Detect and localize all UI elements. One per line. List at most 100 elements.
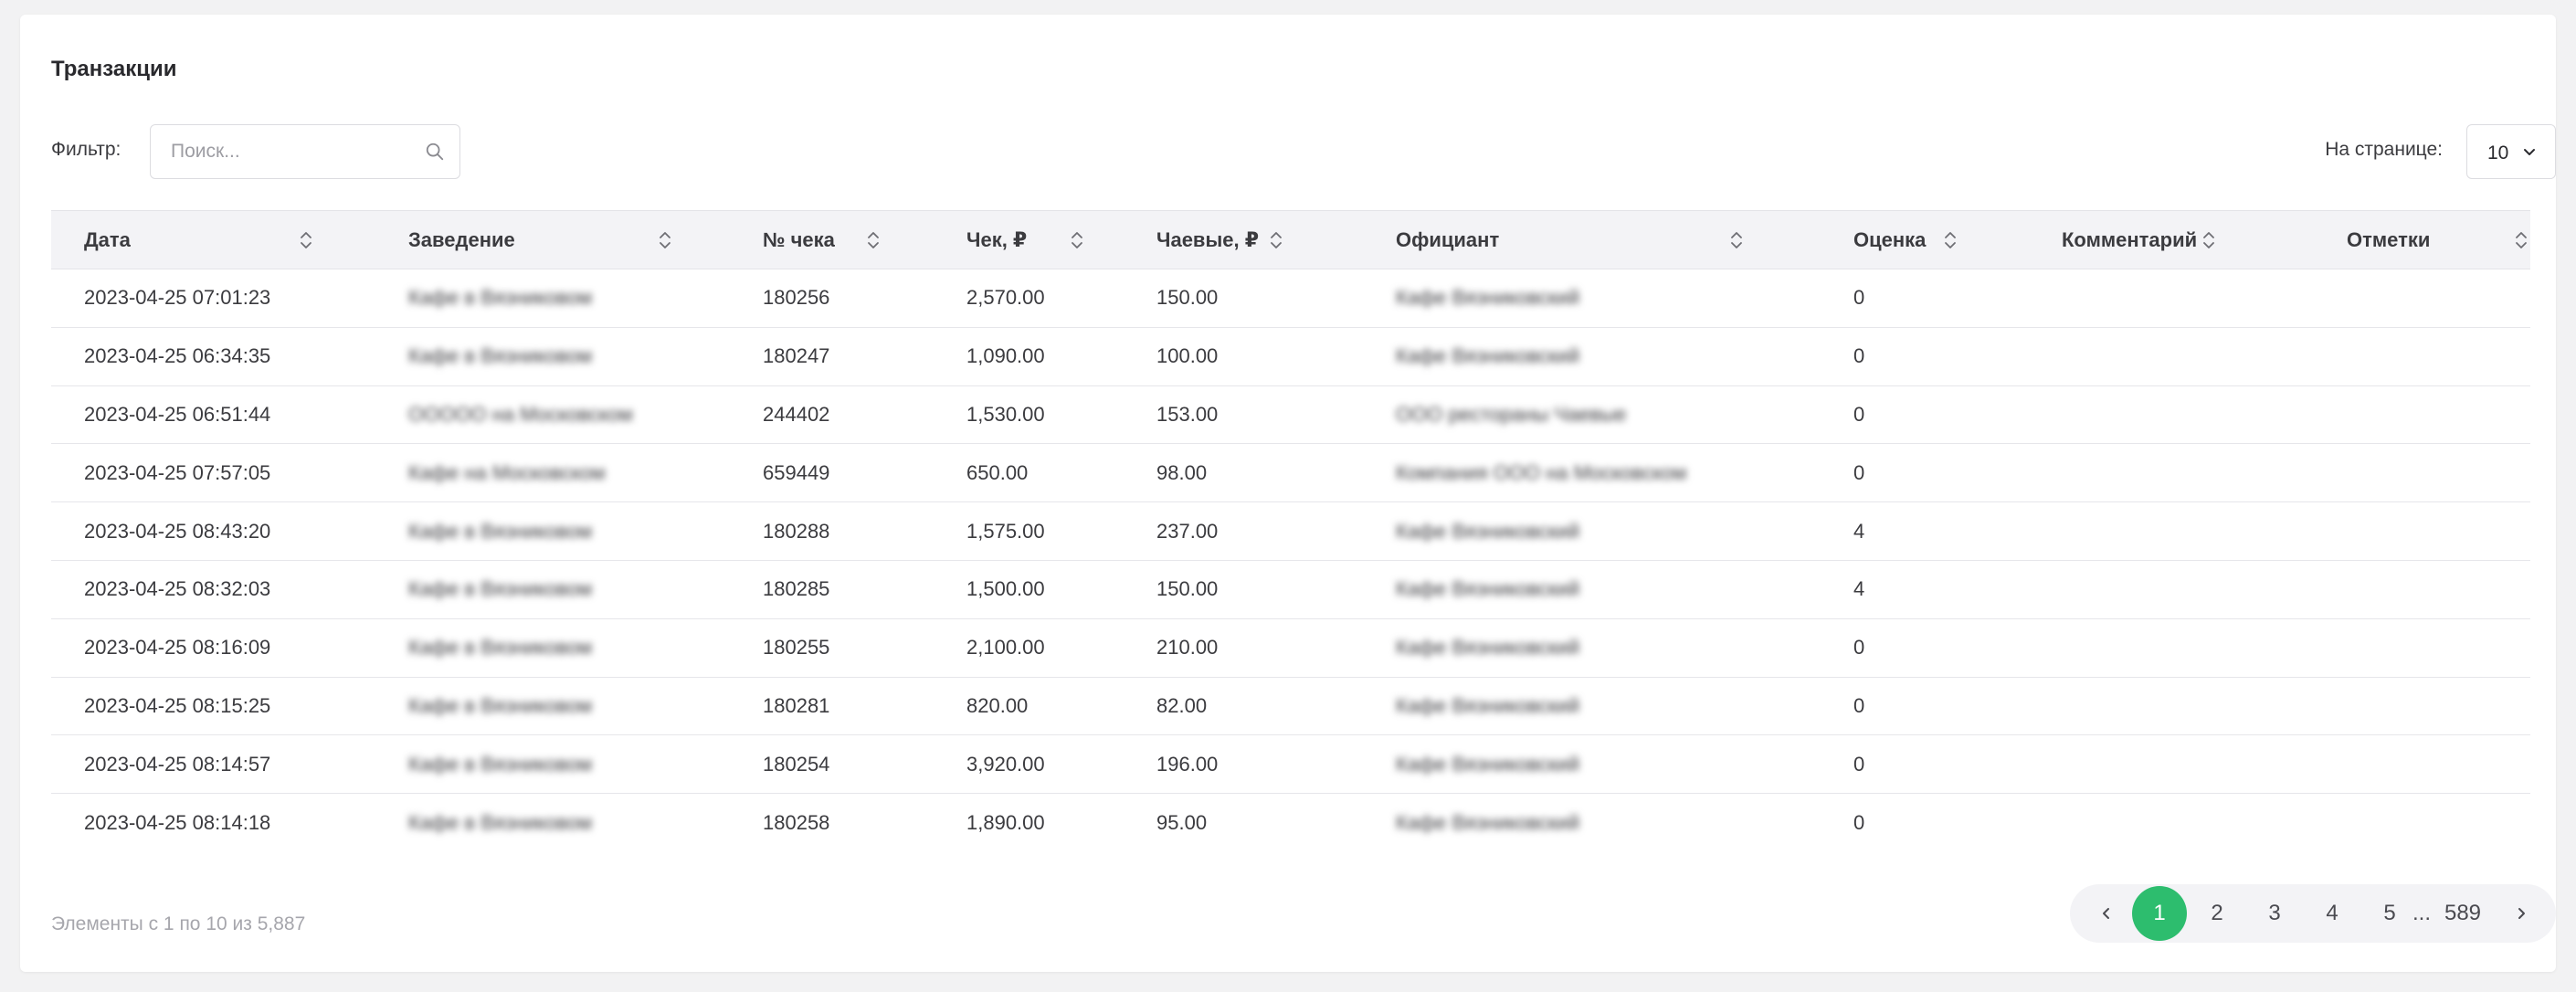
cell-comment (2029, 444, 2314, 502)
column-header-label: Комментарий (2062, 227, 2198, 251)
chevron-left-icon (2103, 908, 2109, 919)
cell-date: 2023-04-25 08:43:20 (84, 519, 271, 543)
cell-comment (2029, 735, 2314, 794)
column-header-label: № чека (763, 227, 835, 251)
sort-icon[interactable] (2202, 229, 2215, 251)
page-last-button[interactable]: 589 (2435, 884, 2490, 943)
cell-waiter: Кафе Вязниковский (1396, 286, 1580, 310)
sort-icon[interactable] (1944, 229, 1957, 251)
cell-tips: 153.00 (1156, 402, 1219, 426)
per-page-label: На странице: (2325, 139, 2443, 160)
sort-icon[interactable] (300, 229, 312, 251)
column-header-date[interactable]: Дата (51, 210, 375, 269)
cell-rating: 4 (1853, 519, 1865, 543)
cell-venue: Кафе в Вязниковом (408, 810, 593, 834)
cell-check-amount: 1,890.00 (966, 810, 1045, 834)
search-icon[interactable] (425, 142, 445, 162)
transactions-table: Дата Заведение № чека Чек, ₽ Чаевые, ₽ Официа… (51, 210, 2530, 851)
cell-comment (2029, 794, 2314, 852)
cell-check-amount: 1,575.00 (966, 519, 1045, 543)
search-field[interactable] (150, 124, 460, 179)
sort-icon[interactable] (867, 229, 880, 251)
cell-check-amount: 2,100.00 (966, 636, 1045, 660)
pagination: 1 2 3 4 5 ... 589 (2070, 884, 2556, 943)
table-row[interactable]: 2023-04-25 06:51:44 ООООО на Московском 24… (51, 385, 2530, 444)
cell-date: 2023-04-25 08:15:25 (84, 693, 271, 717)
cell-waiter: Кафе Вязниковский (1396, 752, 1580, 776)
cell-waiter: Кафе Вязниковский (1396, 577, 1580, 601)
cell-date: 2023-04-25 07:57:05 (84, 460, 271, 484)
table-row[interactable]: 2023-04-25 07:01:23 Кафе в Вязниковом 1802… (51, 269, 2530, 328)
cell-check-number: 180247 (763, 344, 830, 368)
cell-date: 2023-04-25 08:14:18 (84, 810, 271, 834)
table-row[interactable]: 2023-04-25 06:34:35 Кафе в Вязниковом 1802… (51, 327, 2530, 386)
table-row[interactable]: 2023-04-25 08:15:25 Кафе в Вязниковом 1802… (51, 677, 2530, 735)
cell-check-amount: 650.00 (966, 460, 1029, 484)
chevron-down-icon (2524, 149, 2535, 155)
cell-venue: Кафе в Вязниковом (408, 693, 593, 717)
sort-icon[interactable] (1730, 229, 1743, 251)
cell-waiter: Кафе Вязниковский (1396, 693, 1580, 717)
column-header-check-number[interactable]: № чека (730, 210, 934, 269)
sort-icon[interactable] (1270, 229, 1283, 251)
cell-marks (2314, 735, 2530, 794)
table-row[interactable]: 2023-04-25 08:14:57 Кафе в Вязниковом 1802… (51, 735, 2530, 794)
sort-icon[interactable] (659, 229, 671, 251)
cell-waiter: Кафе Вязниковский (1396, 519, 1580, 543)
table-row[interactable]: 2023-04-25 08:16:09 Кафе в Вязниковом 1802… (51, 618, 2530, 678)
cell-rating: 0 (1853, 402, 1865, 426)
cell-date: 2023-04-25 08:16:09 (84, 636, 271, 660)
cell-venue: ООООО на Московском (408, 402, 633, 426)
sort-icon[interactable] (2515, 229, 2528, 251)
column-header-tips[interactable]: Чаевые, ₽ (1124, 210, 1363, 269)
page-2-button[interactable]: 2 (2194, 884, 2240, 943)
next-page-button[interactable] (2512, 884, 2530, 943)
table-body: 2023-04-25 07:01:23 Кафе в Вязниковом 1802… (51, 269, 2530, 852)
search-input[interactable] (171, 125, 417, 178)
column-header-marks[interactable]: Отметки (2314, 210, 2530, 269)
page-3-button[interactable]: 3 (2252, 884, 2297, 943)
cell-check-amount: 2,570.00 (966, 286, 1045, 310)
cell-marks (2314, 677, 2530, 735)
page-5-button[interactable]: 5 (2367, 884, 2412, 943)
chevron-right-icon (2518, 908, 2525, 919)
cell-tips: 82.00 (1156, 693, 1208, 717)
column-header-waiter[interactable]: Официант (1363, 210, 1821, 269)
pagination-ellipsis: ... (2412, 901, 2431, 925)
cell-comment (2029, 618, 2314, 677)
cell-check-number: 244402 (763, 402, 830, 426)
cell-venue: Кафе в Вязниковом (408, 752, 593, 776)
column-header-comment[interactable]: Комментарий (2029, 210, 2314, 269)
cell-check-amount: 1,500.00 (966, 577, 1045, 601)
column-header-venue[interactable]: Заведение (375, 210, 730, 269)
cell-marks (2314, 385, 2530, 444)
column-header-label: Официант (1396, 227, 1500, 251)
sort-icon[interactable] (1071, 229, 1083, 251)
cell-tips: 196.00 (1156, 752, 1219, 776)
cell-comment (2029, 502, 2314, 561)
cell-check-number: 180255 (763, 636, 830, 660)
cell-venue: Кафе на Московском (408, 460, 606, 484)
cell-tips: 150.00 (1156, 286, 1219, 310)
cell-rating: 0 (1853, 460, 1865, 484)
cell-rating: 0 (1853, 752, 1865, 776)
page-4-button[interactable]: 4 (2309, 884, 2355, 943)
prev-page-button[interactable] (2097, 884, 2116, 943)
cell-rating: 0 (1853, 636, 1865, 660)
table-row[interactable]: 2023-04-25 07:57:05 Кафе на Московском 659… (51, 444, 2530, 502)
cell-marks (2314, 560, 2530, 618)
cell-marks (2314, 269, 2530, 328)
cell-tips: 100.00 (1156, 344, 1219, 368)
table-row[interactable]: 2023-04-25 08:32:03 Кафе в Вязниковом 1802… (51, 560, 2530, 619)
table-row[interactable]: 2023-04-25 08:14:18 Кафе в Вязниковом 1802… (51, 794, 2530, 852)
per-page-select[interactable]: 10 (2466, 124, 2556, 179)
column-header-rating[interactable]: Оценка (1821, 210, 2029, 269)
cell-date: 2023-04-25 08:14:57 (84, 752, 271, 776)
column-header-check-amount[interactable]: Чек, ₽ (934, 210, 1124, 269)
cell-check-number: 180254 (763, 752, 830, 776)
table-header-row: Дата Заведение № чека Чек, ₽ Чаевые, ₽ Официа… (51, 210, 2530, 269)
table-row[interactable]: 2023-04-25 08:43:20 Кафе в Вязниковом 1802… (51, 502, 2530, 561)
pagination-info: Элементы с 1 по 10 из 5,887 (51, 913, 306, 934)
cell-waiter: Кафе Вязниковский (1396, 344, 1580, 368)
page-1-button[interactable]: 1 (2132, 886, 2187, 941)
